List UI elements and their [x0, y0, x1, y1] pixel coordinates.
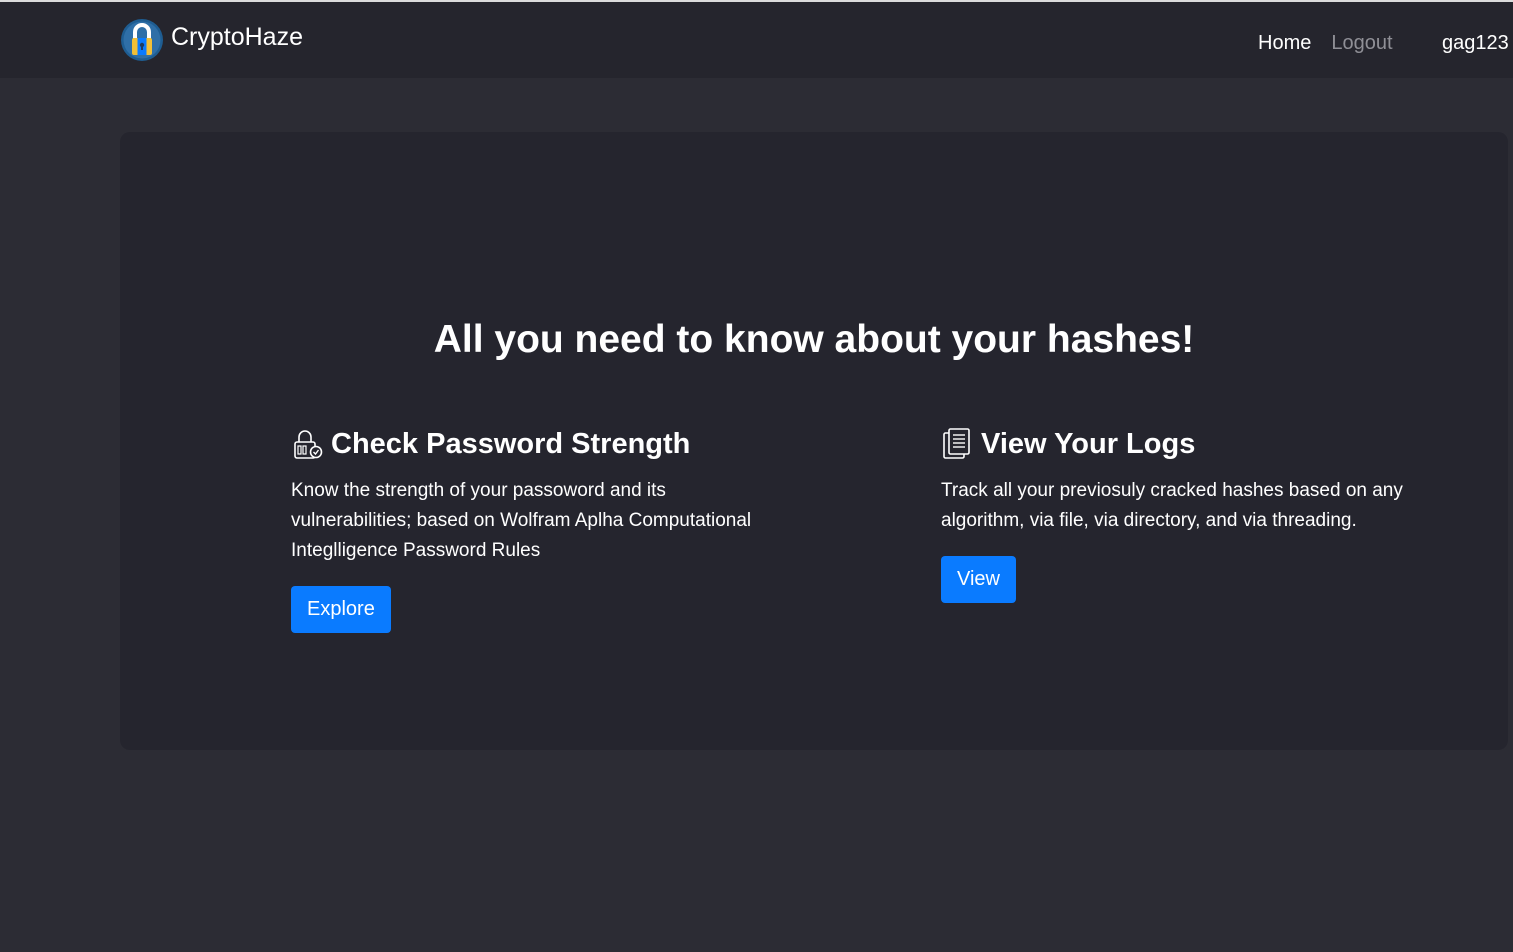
- nav-logout-link[interactable]: Logout: [1331, 32, 1392, 55]
- feature-title: Check Password Strength: [331, 427, 691, 460]
- navbar: CryptoHaze Home Logout gag123: [0, 2, 1513, 78]
- feature-title: View Your Logs: [981, 427, 1196, 460]
- document-log-icon: [943, 428, 970, 459]
- username-label: gag123: [1442, 32, 1509, 54]
- explore-button[interactable]: Explore: [291, 586, 391, 633]
- feature-header: Check Password Strength: [291, 424, 791, 464]
- password-lock-icon: [294, 430, 323, 459]
- nav-links: Home Logout gag123: [1258, 32, 1509, 55]
- view-button[interactable]: View: [941, 556, 1016, 603]
- nav-home-link[interactable]: Home: [1258, 32, 1311, 55]
- padlock-icon: [121, 19, 163, 61]
- brand-link[interactable]: CryptoHaze: [120, 18, 303, 62]
- feature-description: Track all your previosuly cracked hashes…: [941, 480, 1403, 531]
- feature-password-strength: Check Password Strength Know the strengt…: [291, 424, 791, 633]
- feature-view-logs: View Your Logs Track all your previosuly…: [941, 424, 1431, 603]
- feature-description: Know the strength of your passoword and …: [291, 480, 752, 561]
- feature-header: View Your Logs: [941, 424, 1431, 464]
- hero-card: All you need to know about your hashes! …: [120, 132, 1508, 750]
- brand-name: CryptoHaze: [171, 22, 303, 51]
- hero-title: All you need to know about your hashes!: [433, 318, 1195, 361]
